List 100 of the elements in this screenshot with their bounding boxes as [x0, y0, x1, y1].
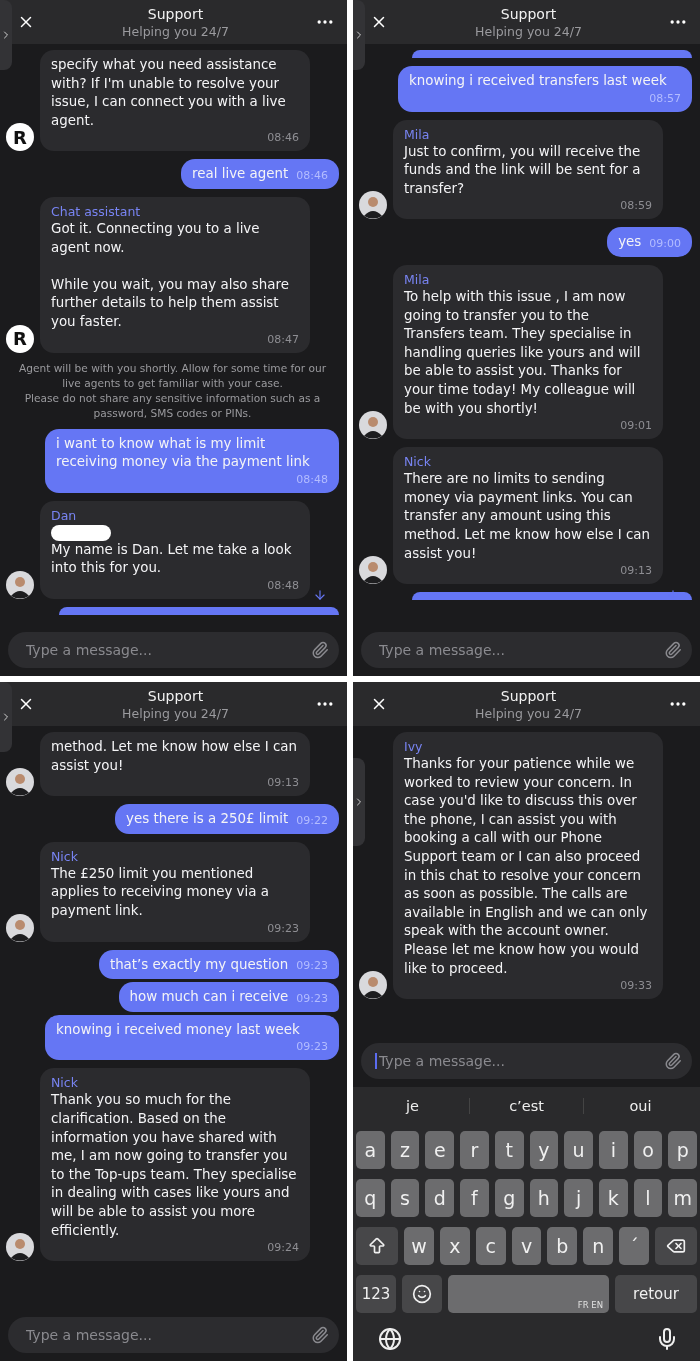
keyboard-key[interactable]: w	[404, 1227, 434, 1265]
message-text: Got it. Connecting you to a live agent now. While you wait, you may also share further details to help them assist you faster.	[51, 219, 290, 331]
message-text: real live agent	[192, 165, 289, 184]
keyboard-key[interactable]: g	[494, 1179, 524, 1217]
message-text: yes there is a 250£ limit	[126, 810, 289, 829]
sender-name: Nick	[404, 453, 432, 471]
message-text: i want to know what is my limit receiving money via the payment link	[56, 434, 311, 472]
keyboard-key[interactable]: h	[529, 1179, 559, 1217]
message-text: The £250 limit you mentioned applies to receiving money via a payment link.	[51, 864, 270, 920]
sender-name: Mila	[404, 270, 431, 288]
message-time: 08:59	[619, 198, 652, 215]
sender-name: Ivy	[404, 738, 424, 755]
system-notice: Agent will be with you shortly. Allow for some time for our live agents to get familiar with your case. Please do not share any sensitive information such as a password, SMS codes or PINs.	[17, 360, 328, 421]
message-time: 08:46	[295, 167, 328, 184]
message-field[interactable]: Type a message...	[8, 632, 339, 668]
message-field[interactable]: Type a message...	[361, 1043, 692, 1079]
paperclip-icon[interactable]	[311, 641, 329, 659]
message-text: Just to confirm, you will receive the funds and the link will be sent for a transfer?	[404, 142, 642, 198]
chat-subtitle: Helping you 24/7	[122, 704, 229, 722]
sender-name: Nick	[51, 847, 79, 865]
message-time: 08:47	[266, 331, 299, 348]
keyboard-key[interactable]: x	[439, 1227, 470, 1265]
return-key[interactable]: retour	[615, 1275, 697, 1313]
keyboard-key[interactable]: l	[633, 1179, 663, 1217]
message-field[interactable]: Type a message...	[8, 1317, 339, 1353]
keyboard-key[interactable]: e	[425, 1131, 455, 1169]
numbers-key[interactable]: 123	[356, 1275, 396, 1313]
chat-title: Support	[500, 686, 557, 705]
message-time: 09:23	[295, 1039, 328, 1056]
keyboard-key[interactable]: m	[668, 1179, 698, 1217]
paperclip-icon[interactable]	[664, 641, 682, 659]
smiley-icon	[412, 1284, 432, 1304]
keyboard-key[interactable]: j	[564, 1179, 593, 1217]
person-avatar-icon	[6, 768, 34, 797]
message-text: To help with this issue , I am now going to transfer you to the Transfers team. They specialise in handling queries like yours and will be able to assist you. Thanks for your time today! My colleague will be with you shortly!	[404, 287, 642, 418]
keyboard-key[interactable]: b	[547, 1227, 578, 1265]
logo-avatar: R	[6, 123, 34, 152]
sender-name: Dan	[51, 506, 78, 524]
paperclip-icon[interactable]	[664, 1052, 682, 1070]
message-text: yes	[618, 233, 642, 252]
message-time: 08:57	[648, 90, 681, 107]
person-avatar-icon	[6, 1233, 34, 1262]
chat-title: Support	[500, 4, 557, 23]
message-time: 09:13	[619, 563, 652, 580]
sender-name: Nick	[51, 1074, 79, 1092]
message-text: knowing i received transfers last week	[409, 72, 667, 90]
person-avatar-icon	[359, 556, 387, 585]
paperclip-icon[interactable]	[311, 1326, 329, 1344]
shift-key[interactable]	[356, 1227, 398, 1265]
chat-subtitle: Helping you 24/7	[475, 22, 582, 40]
shift-icon	[367, 1236, 387, 1256]
keyboard-key[interactable]: q	[356, 1179, 385, 1217]
keyboard-key[interactable]: f	[460, 1179, 489, 1217]
message-time: 09:23	[266, 920, 299, 937]
message-time: 09:22	[295, 812, 328, 829]
message-field[interactable]: Type a message...	[361, 632, 692, 668]
keyboard-key[interactable]: o	[633, 1131, 663, 1169]
message-time: 09:00	[648, 235, 681, 252]
chat-title: Support	[147, 4, 204, 23]
backspace-icon	[666, 1236, 686, 1256]
message-text: Thank you so much for the clarification. Based on the information you have shared with me, I am now going to transfer you to the Top-ups team. They specialise in dealing with cases like yours and will be able to assist you more efficiently.	[51, 1091, 298, 1240]
message-text: knowing i received money last week	[56, 1020, 300, 1039]
message-text: method. Let me know how else I can assist you!	[51, 738, 298, 775]
space-key[interactable]: FR EN	[448, 1275, 609, 1313]
message-time: 08:46	[266, 130, 299, 147]
person-avatar-icon	[6, 570, 34, 599]
keyboard-key[interactable]: y	[529, 1131, 559, 1169]
keyboard-key[interactable]: t	[494, 1131, 524, 1169]
message-time: 09:33	[619, 978, 652, 995]
keyboard-key[interactable]: r	[460, 1131, 489, 1169]
message-text: how much can i receive	[129, 988, 289, 1007]
logo-avatar: R	[6, 324, 34, 353]
message-time: 09:24	[266, 1240, 299, 1257]
message-text: My name is Dan. Let me take a look into this for you.	[51, 540, 293, 578]
person-avatar-icon	[359, 971, 387, 1000]
keyboard-key[interactable]: ´	[619, 1227, 649, 1265]
keyboard-key[interactable]: a	[356, 1131, 385, 1169]
keyboard-key[interactable]: i	[598, 1131, 628, 1169]
message-time: 09:23	[295, 990, 328, 1007]
keyboard-key[interactable]: u	[564, 1131, 593, 1169]
sender-name: Chat assistant	[51, 202, 142, 220]
chat-subtitle: Helping you 24/7	[122, 22, 229, 40]
message-time: 08:48	[295, 471, 328, 488]
person-avatar-icon	[6, 913, 34, 942]
message-time: 09:23	[295, 958, 328, 975]
sender-name: Mila	[404, 125, 431, 143]
keyboard-key[interactable]: k	[598, 1179, 628, 1217]
backspace-key[interactable]	[655, 1227, 697, 1265]
keyboard-key[interactable]: n	[583, 1227, 614, 1265]
keyboard-key[interactable]: d	[425, 1179, 455, 1217]
word-suggestion[interactable]: je	[356, 1098, 469, 1114]
keyboard-key[interactable]: p	[668, 1131, 698, 1169]
keyboard-key[interactable]: v	[511, 1227, 542, 1265]
word-suggestion[interactable]: oui	[583, 1098, 697, 1114]
emoji-key[interactable]	[402, 1275, 442, 1313]
keyboard-key[interactable]: s	[390, 1179, 420, 1217]
keyboard-key[interactable]: z	[390, 1131, 420, 1169]
word-suggestion[interactable]: c’est	[469, 1098, 583, 1114]
keyboard-key[interactable]: c	[475, 1227, 506, 1265]
globe-icon[interactable]	[378, 1327, 402, 1351]
